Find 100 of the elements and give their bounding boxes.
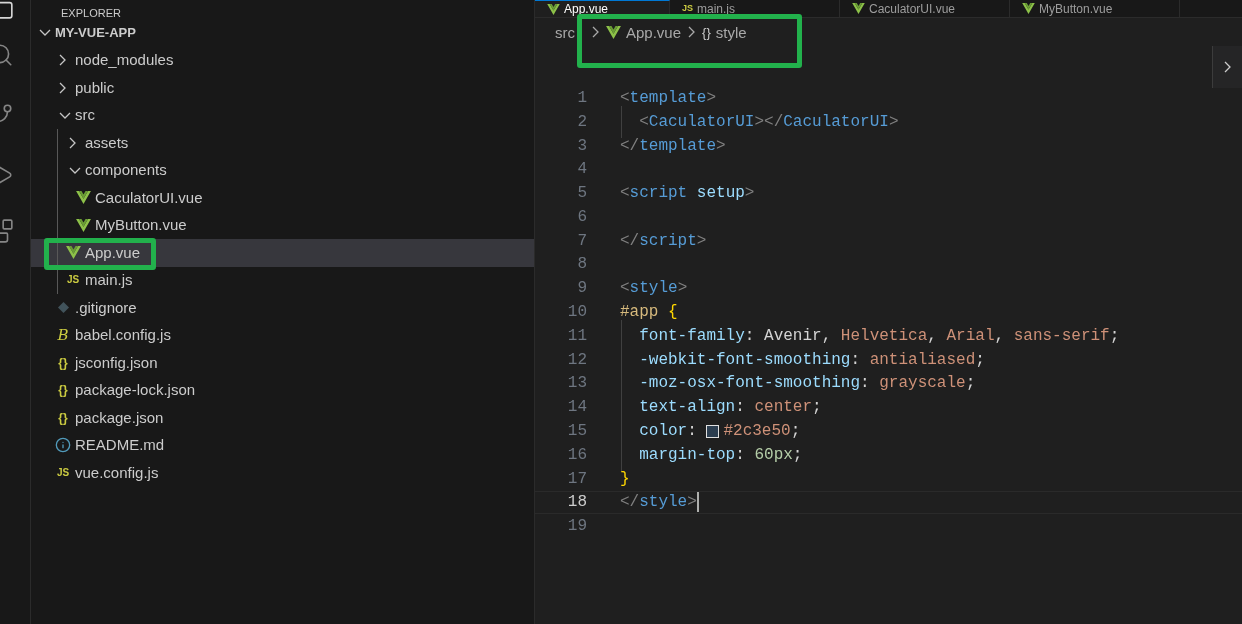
line-number: 2 bbox=[576, 111, 587, 133]
code-token: > bbox=[696, 230, 707, 252]
code-token: </ bbox=[620, 492, 640, 514]
file-item[interactable]: {} package.json bbox=[31, 404, 534, 432]
chevron-right-icon bbox=[688, 26, 696, 38]
code-token: template bbox=[629, 87, 707, 109]
line-number: 8 bbox=[576, 254, 587, 276]
braces-icon: {} bbox=[58, 384, 68, 397]
code-token: center bbox=[754, 397, 813, 419]
file-item[interactable]: {} package-lock.json bbox=[31, 376, 534, 404]
code-token: #app bbox=[620, 302, 659, 324]
code-token: template bbox=[639, 135, 716, 157]
code-token: > bbox=[888, 111, 899, 133]
code-token: > bbox=[744, 183, 755, 205]
line-number: 11 bbox=[566, 325, 587, 347]
code-token: , bbox=[994, 325, 1006, 347]
line-number: 4 bbox=[576, 159, 587, 181]
code-token: ; bbox=[812, 397, 822, 419]
braces-icon: {} bbox=[702, 25, 711, 39]
file-item[interactable]: {} jsconfig.json bbox=[31, 349, 534, 377]
vue-icon bbox=[852, 3, 865, 14]
file-item[interactable]: JS main.js bbox=[31, 266, 534, 294]
line-number: 7 bbox=[576, 230, 587, 252]
line-number: 9 bbox=[576, 278, 587, 300]
code-token: ; bbox=[790, 421, 801, 443]
file-item[interactable]: CaculatorUI.vue bbox=[31, 184, 534, 212]
folder-item[interactable]: assets bbox=[31, 129, 534, 157]
js-icon: JS bbox=[682, 4, 693, 13]
letter-icon: B bbox=[57, 327, 69, 343]
code-token: style bbox=[639, 492, 688, 514]
code-token: ; bbox=[975, 349, 985, 371]
line-number: 3 bbox=[576, 135, 587, 157]
line-number: 6 bbox=[576, 206, 587, 228]
breadcrumb-item[interactable]: src bbox=[555, 24, 575, 40]
code-token: : bbox=[687, 421, 698, 443]
code-token: > bbox=[716, 135, 726, 157]
code-token: > bbox=[677, 278, 688, 300]
code-token: : bbox=[735, 444, 746, 466]
code-token: ; bbox=[792, 444, 803, 466]
code-token: ></ bbox=[754, 111, 784, 133]
line-number: 14 bbox=[566, 397, 587, 419]
line-number: 5 bbox=[576, 183, 587, 205]
file-item[interactable]: MyButton.vue bbox=[31, 211, 534, 239]
code-token: script bbox=[629, 183, 688, 205]
file-item[interactable]: App.vue bbox=[31, 239, 534, 267]
vue-icon bbox=[606, 25, 621, 39]
file-item[interactable]: README.md bbox=[31, 431, 534, 459]
code-token: : Avenir, bbox=[744, 325, 833, 347]
code-token: ; bbox=[1109, 325, 1120, 347]
code-token: -webkit-font-smoothing bbox=[638, 349, 851, 371]
code-token: text-align bbox=[638, 397, 736, 419]
file-item[interactable]: JS vue.config.js bbox=[31, 459, 534, 487]
editor-tab[interactable]: MyButton.vue bbox=[1010, 0, 1180, 17]
editor-tab[interactable]: CaculatorUI.vue bbox=[840, 0, 1010, 17]
code-token: style bbox=[629, 278, 678, 300]
code-token: < bbox=[638, 111, 649, 133]
text-cursor bbox=[696, 492, 699, 513]
code-token: : bbox=[860, 373, 871, 395]
code-token: #2c3e50 bbox=[723, 421, 791, 443]
code-token: CaculatorUI bbox=[648, 111, 755, 133]
code-token: : bbox=[735, 397, 746, 419]
line-number: 10 bbox=[566, 302, 587, 324]
code-token: < bbox=[620, 87, 630, 109]
code-token: < bbox=[620, 278, 630, 300]
folder-item[interactable]: public bbox=[31, 74, 534, 102]
editor-tab[interactable]: JS main.js bbox=[670, 0, 840, 17]
braces-icon: {} bbox=[58, 411, 68, 424]
braces-icon: {} bbox=[58, 356, 68, 369]
line-number: 1 bbox=[576, 87, 587, 109]
line-number: 19 bbox=[566, 516, 587, 538]
panel-toggle-button[interactable] bbox=[1212, 46, 1242, 88]
vue-icon bbox=[1022, 3, 1035, 14]
code-token: -moz-osx-font-smoothing bbox=[638, 373, 861, 395]
vue-icon bbox=[65, 246, 81, 260]
code-token: { bbox=[667, 302, 678, 324]
code-token: </ bbox=[620, 230, 640, 252]
file-item[interactable]: .gitignore bbox=[31, 294, 534, 322]
folder-item[interactable]: MY-VUE-APP bbox=[31, 19, 534, 47]
code-token: Arial bbox=[946, 325, 995, 347]
js-icon: JS bbox=[56, 467, 70, 478]
code-token: CaculatorUI bbox=[783, 111, 889, 133]
code-token: grayscale bbox=[879, 373, 966, 395]
color-swatch[interactable] bbox=[706, 424, 720, 438]
line-number: 13 bbox=[566, 373, 587, 395]
folder-item[interactable]: node_modules bbox=[31, 46, 534, 74]
folder-item[interactable]: src bbox=[31, 101, 534, 129]
folder-item[interactable]: components bbox=[31, 156, 534, 184]
code-token: Helvetica bbox=[840, 325, 928, 347]
code-token: < bbox=[620, 183, 630, 205]
code-token: font-family bbox=[638, 325, 745, 347]
code-token: > bbox=[706, 87, 717, 109]
code-token: ; bbox=[965, 373, 976, 395]
code-token: sans-serif bbox=[1013, 325, 1110, 347]
vue-icon bbox=[75, 218, 91, 232]
breadcrumb-item[interactable]: App.vue bbox=[606, 24, 682, 40]
breadcrumb-item[interactable]: {} style bbox=[702, 24, 747, 40]
vue-icon bbox=[547, 3, 560, 15]
code-token: color bbox=[638, 421, 688, 443]
code-token: script bbox=[639, 230, 697, 252]
file-item[interactable]: B babel.config.js bbox=[31, 321, 534, 349]
